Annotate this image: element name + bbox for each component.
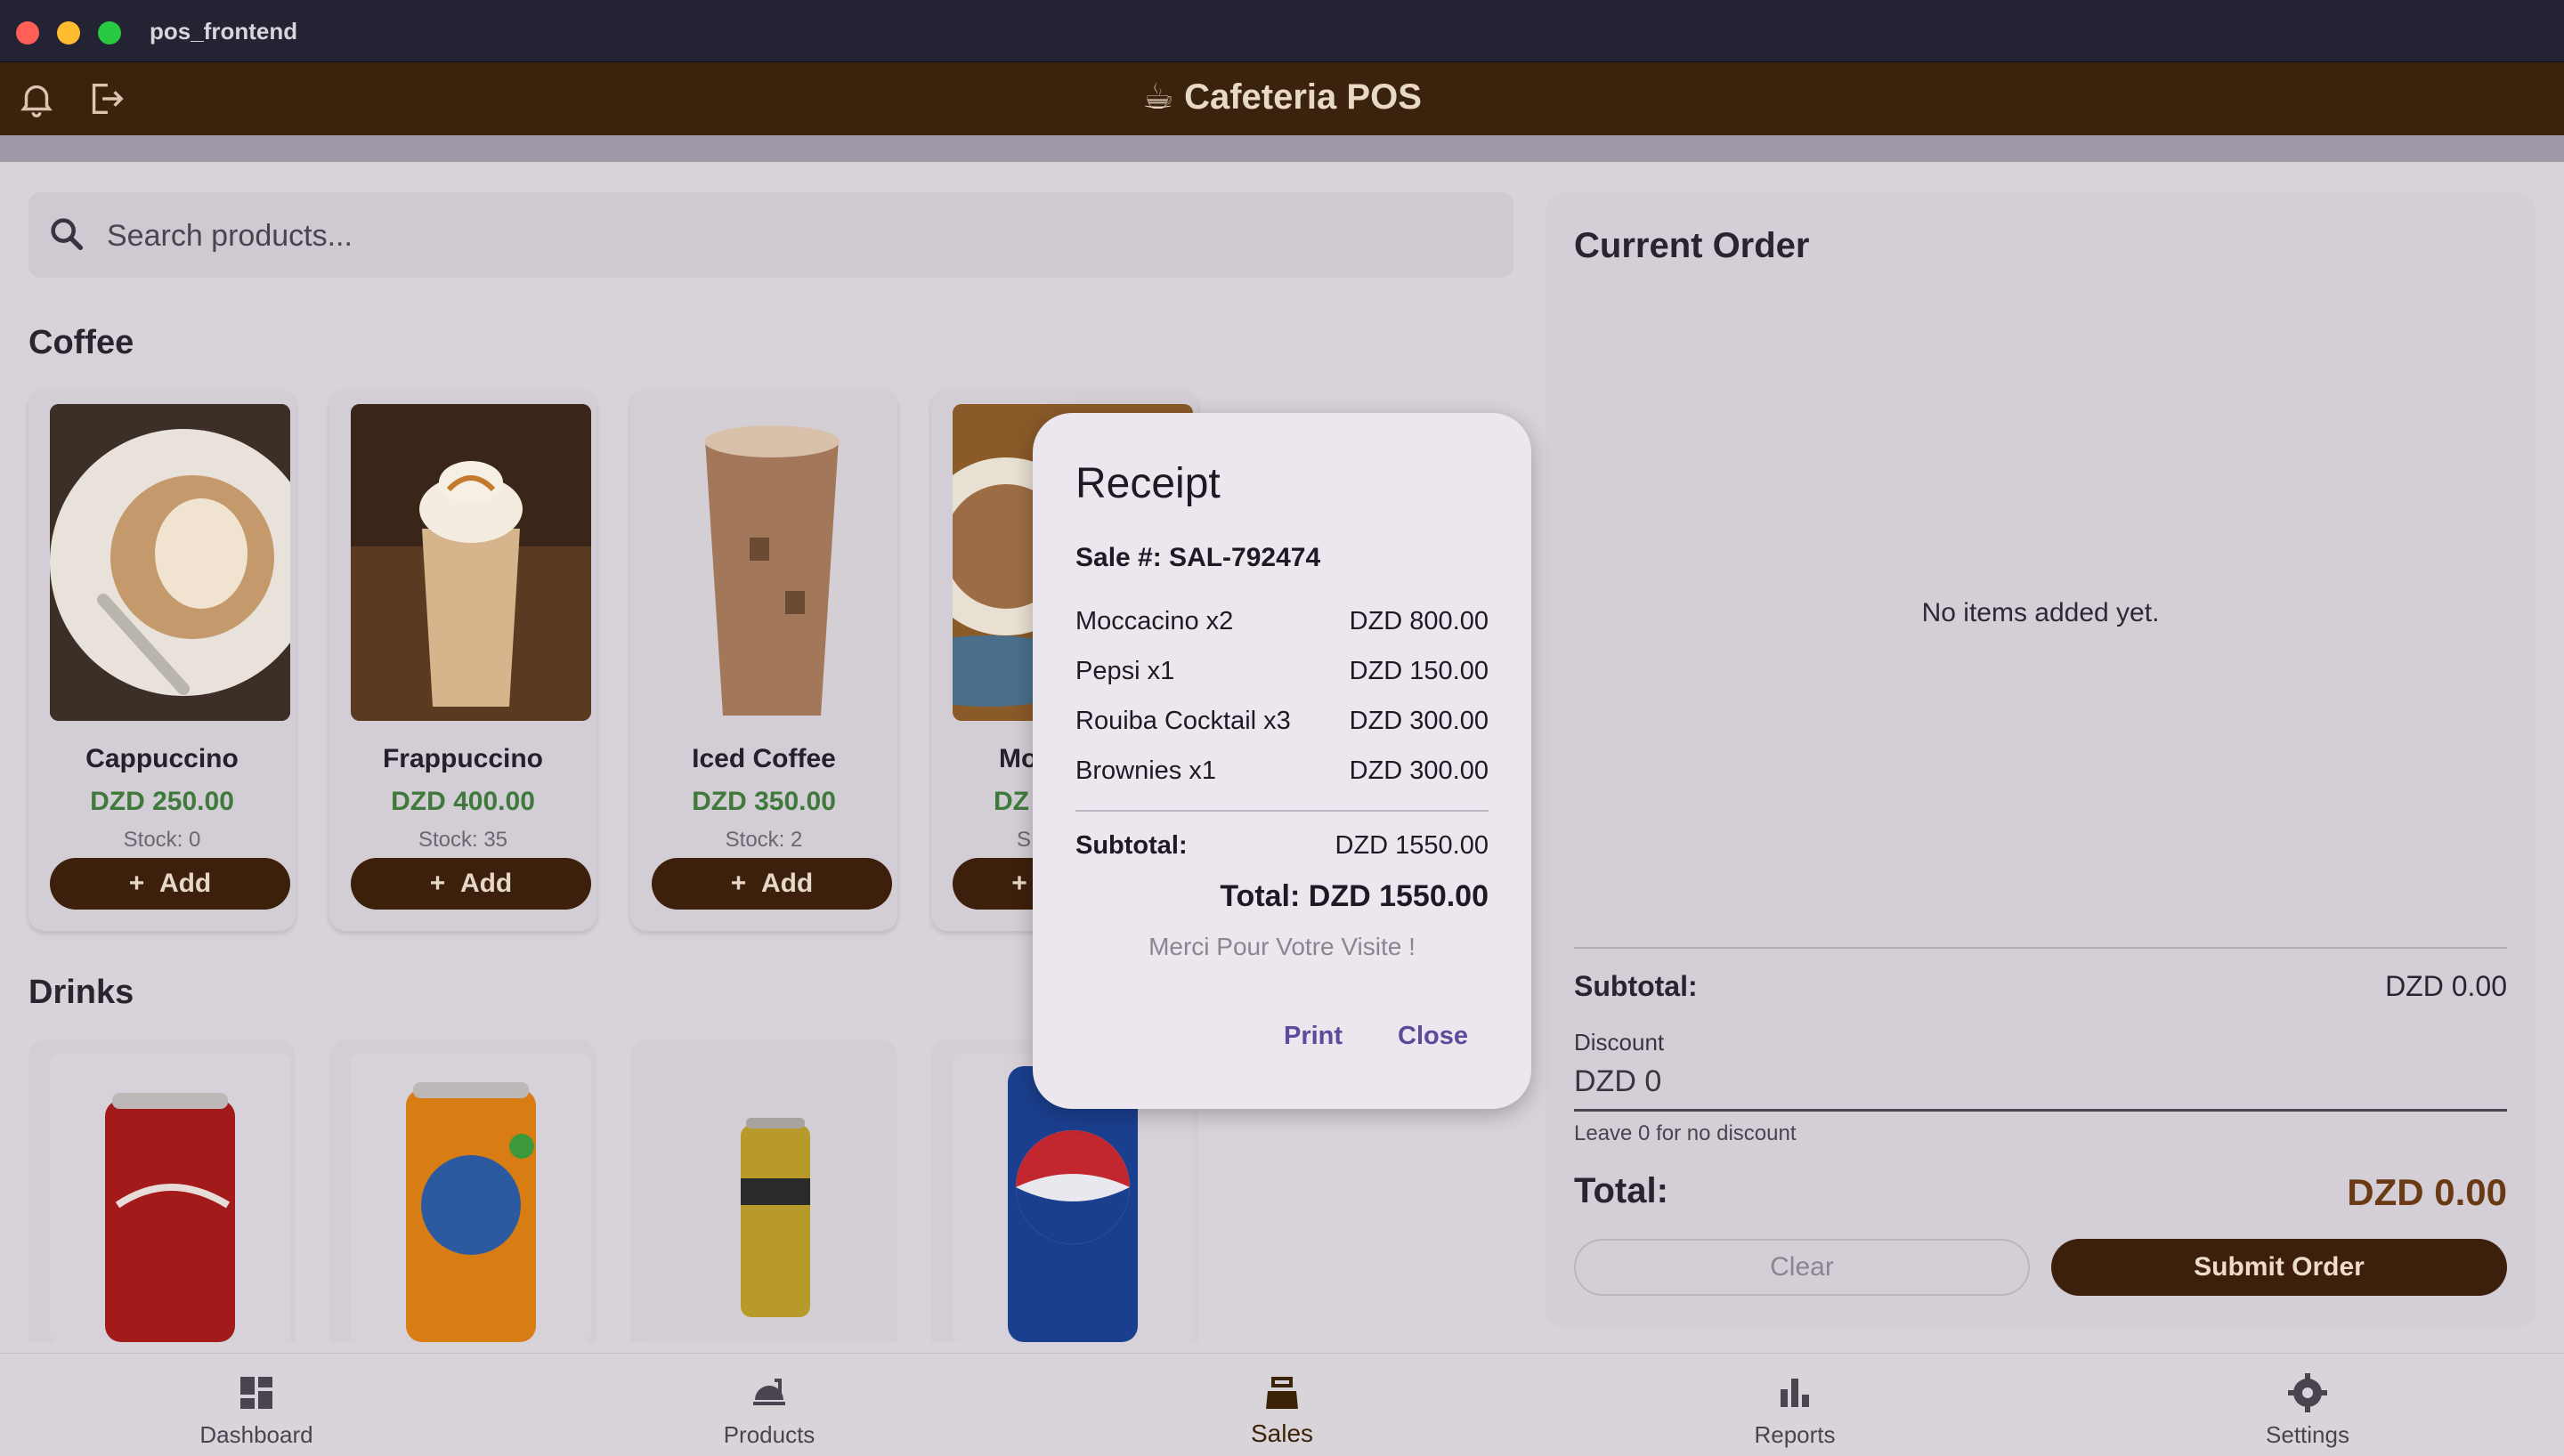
bottom-navigation: Dashboard Products Sales Reports Setting… [0,1353,2564,1456]
close-window-button[interactable] [16,21,39,44]
minimize-window-button[interactable] [57,21,80,44]
divider [1574,947,2507,949]
nav-label: Products [723,1421,815,1448]
nav-label: Reports [1754,1421,1836,1448]
dashboard-icon [240,1377,272,1409]
item-label: Rouiba Cocktail x3 [1075,707,1291,735]
discount-label: Discount [1574,1029,1665,1056]
print-button[interactable]: Print [1284,1022,1343,1051]
order-empty-message: No items added yet. [1921,598,2160,627]
top-strip [0,135,2564,162]
nav-label: Settings [2266,1421,2349,1448]
search-placeholder: Search products... [107,219,353,253]
product-name: Frappuccino [382,744,543,773]
receipt-total: Total: DZD 1550.00 [1220,879,1489,913]
nav-label: Sales [1250,1420,1314,1447]
add-button[interactable]: + Add [351,858,591,910]
coca-cola-image [50,1054,290,1342]
product-card[interactable]: Frappuccino DZD 400.00 Stock: 35 + Add [329,390,596,931]
item-amount: DZD 300.00 [1349,707,1489,735]
add-label: Add [459,869,513,898]
item-amount: DZD 300.00 [1349,756,1489,785]
receipt-dialog: Receipt Sale #: SAL-792474 Moccacino x2 … [1033,413,1531,1109]
hamoud-image [652,1054,892,1342]
nav-products[interactable]: Products [513,1354,1026,1456]
subtotal-value: DZD 0.00 [2385,970,2507,1002]
close-button[interactable]: Close [1398,1022,1468,1051]
item-label: Brownies x1 [1075,756,1216,785]
product-name: Cappuccino [85,744,239,773]
settings-icon [2288,1373,2327,1412]
add-label: Add [158,869,212,898]
search-icon [51,218,84,251]
nav-reports[interactable]: Reports [1538,1354,2051,1456]
window-title: pos_frontend [150,18,298,44]
subtotal-value: DZD 1550.00 [1335,831,1489,860]
fanta-image [351,1054,591,1342]
discount-help-text: Leave 0 for no discount [1574,1121,1797,1145]
add-button[interactable]: + Add [652,858,892,910]
frappuccino-image [351,404,591,721]
item-label: Moccacino x2 [1075,607,1234,635]
discount-field[interactable]: DZD 0 [1574,1064,1661,1099]
plus-icon: + [128,869,145,898]
nav-dashboard[interactable]: Dashboard [0,1354,513,1456]
app-bar: ☕ Cafeteria POS [0,62,2564,135]
nav-sales[interactable]: Sales [1026,1354,1538,1456]
product-price: DZD 250.00 [90,787,234,816]
submit-order-button[interactable]: Submit Order [2051,1239,2507,1296]
sales-icon [1266,1377,1298,1409]
add-label: Add [760,869,814,898]
product-name: Iced Coffee [692,744,836,773]
thank-you-message: Merci Pour Votre Visite ! [1148,933,1416,960]
product-price: DZD 400.00 [391,787,535,816]
product-stock: Stock: 0 [123,828,201,852]
total-value: DZD 0.00 [2347,1171,2507,1213]
product-card[interactable]: Iced Coffee DZD 350.00 Stock: 2 + Add [630,390,897,931]
plus-icon: + [1011,869,1027,898]
maximize-window-button[interactable] [98,21,121,44]
clear-button[interactable]: Clear [1574,1239,2030,1296]
product-stock: Stock: 35 [418,828,508,852]
add-button[interactable]: + Add [50,858,290,910]
total-label: Total: [1574,1171,1668,1210]
cappuccino-image [50,404,290,721]
subtotal-label: Subtotal: [1075,831,1188,860]
nav-label: Dashboard [199,1421,313,1448]
order-title: Current Order [1574,226,1810,265]
item-amount: DZD 150.00 [1349,657,1489,685]
reports-icon [1781,1379,1809,1407]
item-label: Pepsi x1 [1075,657,1175,685]
iced-coffee-image [652,404,892,721]
coffee-section-title: Coffee [28,324,134,361]
window-titlebar: pos_frontend [0,0,2564,62]
nav-settings[interactable]: Settings [2051,1354,2564,1456]
product-card[interactable] [630,1039,897,1342]
search-input[interactable]: Search products... [28,192,1513,278]
item-amount: DZD 800.00 [1349,607,1489,635]
subtotal-label: Subtotal: [1574,970,1698,1002]
product-stock: Stock: 2 [725,828,803,852]
dialog-title: Receipt [1075,460,1221,507]
products-icon [753,1379,785,1405]
plus-icon: + [730,869,747,898]
divider [1075,810,1489,812]
discount-underline [1574,1109,2507,1112]
product-card[interactable]: Cappuccino DZD 250.00 Stock: 0 + Add [28,390,296,931]
product-card[interactable] [329,1039,596,1342]
product-card[interactable] [28,1039,296,1342]
sale-number: Sale #: SAL-792474 [1075,543,1321,572]
drinks-section-title: Drinks [28,974,134,1011]
current-order-panel: Current Order No items added yet. Subtot… [1546,192,2536,1328]
app-title: ☕ Cafeteria POS [1142,77,1422,117]
plus-icon: + [429,869,446,898]
product-price: DZD 350.00 [692,787,836,816]
